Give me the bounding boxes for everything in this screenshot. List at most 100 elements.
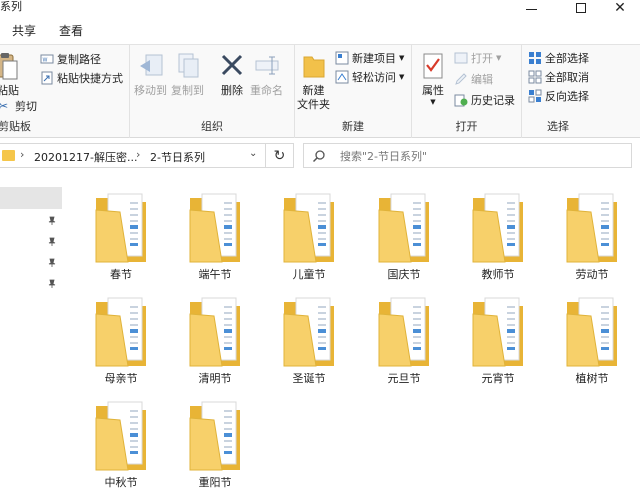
- address-bar[interactable]: › 20201217-解压密... › 2-节日系列 ⌄: [0, 143, 266, 168]
- breadcrumb-parent[interactable]: 20201217-解压密...: [34, 149, 137, 165]
- copy-to-icon: [178, 53, 198, 78]
- folder-name: 圣诞节: [292, 372, 326, 385]
- folder-name: 中秋节: [104, 476, 138, 489]
- maximize-button[interactable]: [558, 0, 604, 16]
- chevron-down-icon: ▼: [496, 54, 502, 62]
- new-folder-button[interactable]: 新建 文件夹: [297, 51, 330, 112]
- address-row: › 20201217-解压密... › 2-节日系列 ⌄ ↻ 搜索"2-节日系列…: [0, 138, 640, 174]
- folder-icon: [378, 193, 429, 263]
- clipboard-group-label: 剪贴板: [0, 120, 31, 133]
- edit-label: 编辑: [471, 73, 493, 86]
- search-icon: [312, 149, 325, 162]
- easy-access-label: 轻松访问: [352, 71, 396, 84]
- select-all-icon: [529, 52, 541, 64]
- folder-item[interactable]: 国庆节: [357, 180, 451, 284]
- easy-access-icon: [335, 70, 349, 84]
- folder-item[interactable]: 儿童节: [262, 180, 356, 284]
- easy-access-button[interactable]: 轻松访问 ▼: [335, 69, 404, 85]
- pin-icon[interactable]: [47, 279, 57, 289]
- history-button[interactable]: 历史记录: [454, 92, 515, 108]
- chevron-down-icon: ▼: [399, 73, 405, 81]
- folder-item[interactable]: 劳动节: [545, 180, 639, 284]
- folder-item[interactable]: 植树节: [545, 284, 639, 388]
- file-list: 春节 端午节 儿童节 国庆节 教师节 劳动节 母亲节 清明节 圣诞节 元旦节 元…: [72, 180, 640, 491]
- pin-icon[interactable]: [47, 237, 57, 247]
- folder-item[interactable]: 母亲节: [74, 284, 168, 388]
- cut-button[interactable]: ✂ 剪切: [0, 98, 37, 114]
- folder-icon: [283, 193, 334, 263]
- search-box[interactable]: 搜索"2-节日系列": [303, 143, 632, 168]
- move-to-button[interactable]: 移动到: [134, 51, 167, 98]
- pin-icon[interactable]: [47, 258, 57, 268]
- copy-path-button[interactable]: W 复制路径: [40, 51, 101, 67]
- ribbon: 粘贴 ✂ 剪切 W 复制路径 粘贴快捷方式 剪贴板 移动到 复制到 删除 重命名…: [0, 44, 640, 139]
- folder-item[interactable]: 清明节: [168, 284, 262, 388]
- select-none-button[interactable]: 全部取消: [528, 69, 589, 85]
- properties-icon: [423, 53, 443, 79]
- chevron-right-icon: ›: [20, 148, 25, 161]
- folder-item[interactable]: 重阳节: [168, 388, 262, 492]
- organize-group-label: 组织: [201, 120, 223, 133]
- open-group: 属性 ▼ 打开 ▼ 编辑 历史记录 打开: [412, 45, 522, 139]
- pin-icon[interactable]: [47, 216, 57, 226]
- folder-item[interactable]: 中秋节: [74, 388, 168, 492]
- navigation-pane: [0, 176, 62, 491]
- invert-selection-button[interactable]: 反向选择: [528, 88, 589, 104]
- select-all-button[interactable]: 全部选择: [528, 50, 589, 66]
- select-group-label: 选择: [547, 120, 569, 133]
- folder-item[interactable]: 教师节: [451, 180, 545, 284]
- folder-item[interactable]: 端午节: [168, 180, 262, 284]
- folder-icon: [95, 297, 146, 367]
- delete-button[interactable]: 删除: [218, 51, 246, 98]
- clipboard-group: 粘贴 ✂ 剪切 W 复制路径 粘贴快捷方式 剪贴板: [0, 45, 130, 139]
- tab-view[interactable]: 查看: [59, 23, 83, 39]
- new-item-button[interactable]: 新建项目 ▼: [335, 50, 404, 66]
- history-icon: [454, 94, 468, 107]
- folder-icon: [472, 297, 523, 367]
- new-folder-label: 新建 文件夹: [297, 84, 330, 111]
- breadcrumb-current[interactable]: 2-节日系列: [150, 149, 205, 165]
- folder-icon: [95, 401, 146, 471]
- chevron-down-icon: ▼: [430, 98, 436, 106]
- folder-icon: [189, 297, 240, 367]
- folder-name: 春节: [110, 268, 132, 281]
- nav-selected-item[interactable]: [0, 187, 62, 209]
- properties-button[interactable]: 属性 ▼: [419, 51, 447, 106]
- minimize-button[interactable]: [508, 0, 554, 16]
- minimize-icon: [525, 8, 537, 10]
- folder-icon: [378, 297, 429, 367]
- svg-text:W: W: [43, 58, 48, 64]
- new-item-label: 新建项目: [352, 52, 396, 65]
- paste-button[interactable]: 粘贴: [0, 51, 22, 98]
- title-bar: 系列 ✕: [0, 0, 640, 16]
- open-label: 打开: [471, 52, 493, 65]
- copy-to-label: 复制到: [171, 84, 204, 97]
- tab-share[interactable]: 共享: [12, 23, 36, 39]
- copy-to-button[interactable]: 复制到: [171, 51, 204, 98]
- paste-shortcut-button[interactable]: 粘贴快捷方式: [40, 70, 123, 86]
- folder-name: 元旦节: [387, 372, 421, 385]
- delete-icon: [221, 54, 243, 76]
- folder-item[interactable]: 圣诞节: [262, 284, 356, 388]
- select-group: 全部选择 全部取消 反向选择 选择: [522, 45, 594, 139]
- folder-item[interactable]: 春节: [74, 180, 168, 284]
- folder-icon: [566, 193, 617, 263]
- select-none-icon: [528, 70, 542, 84]
- open-button[interactable]: 打开 ▼: [454, 50, 501, 66]
- edit-button[interactable]: 编辑: [454, 71, 493, 87]
- chevron-down-icon[interactable]: ⌄: [249, 148, 257, 159]
- close-button[interactable]: ✕: [600, 0, 640, 16]
- folder-name: 国庆节: [387, 268, 421, 281]
- refresh-button[interactable]: ↻: [266, 143, 294, 168]
- move-to-label: 移动到: [134, 84, 167, 97]
- folder-name: 元宵节: [481, 372, 515, 385]
- copy-path-label: 复制路径: [57, 53, 101, 66]
- folder-name: 清明节: [198, 372, 232, 385]
- folder-item[interactable]: 元旦节: [357, 284, 451, 388]
- open-icon: [454, 52, 468, 64]
- folder-item[interactable]: 元宵节: [451, 284, 545, 388]
- paste-label: 粘贴: [0, 84, 19, 97]
- rename-button[interactable]: 重命名: [250, 51, 283, 98]
- clipboard-icon: [0, 53, 18, 80]
- move-to-icon: [139, 54, 162, 76]
